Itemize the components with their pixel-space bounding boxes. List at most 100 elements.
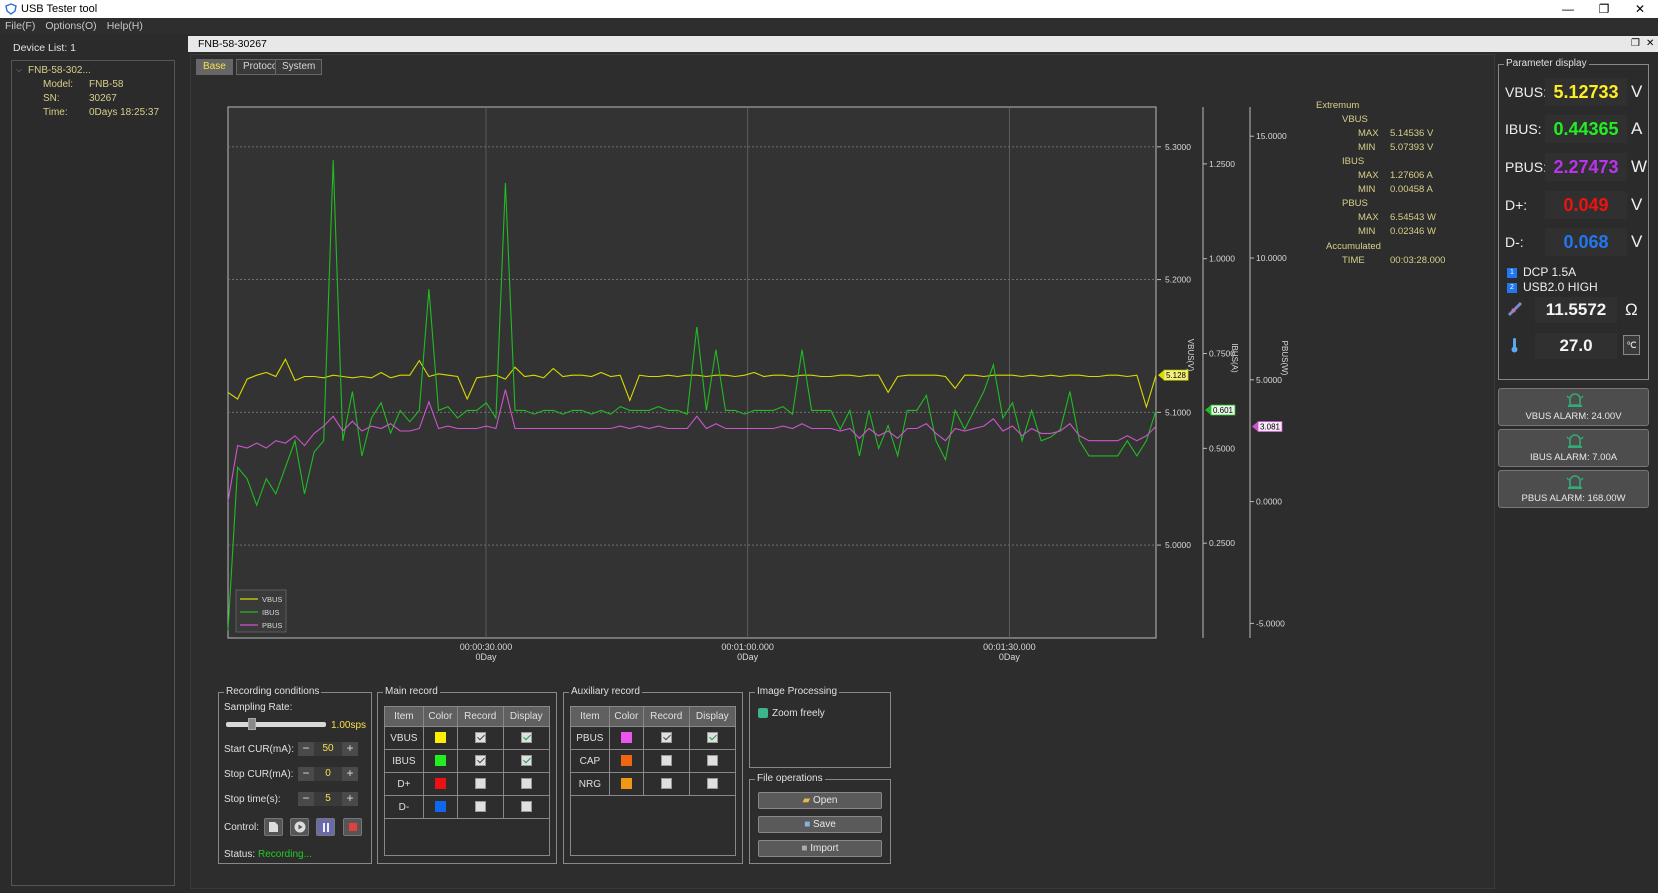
- record-checkbox[interactable]: [660, 732, 672, 744]
- stop-cur-minus[interactable]: −: [298, 767, 314, 781]
- x-tick-label: 00:01:30.000: [983, 642, 1036, 652]
- extremum-ibus-min: 0.00458 A: [1390, 184, 1433, 195]
- extremum-vbus-max: 5.14536 V: [1390, 128, 1434, 139]
- tab-system[interactable]: System: [275, 59, 323, 75]
- display-checkbox[interactable]: [520, 755, 532, 767]
- stop-time-minus[interactable]: −: [298, 792, 314, 806]
- accumulated-header[interactable]: Accumulated: [1326, 241, 1381, 252]
- record-checkbox[interactable]: [474, 801, 486, 813]
- restore-button[interactable]: ❐: [1586, 0, 1622, 18]
- play-button[interactable]: [290, 818, 309, 836]
- record-cell[interactable]: [456, 795, 504, 819]
- color-cell[interactable]: [422, 772, 458, 796]
- display-cell[interactable]: [688, 726, 737, 750]
- color-swatch[interactable]: [434, 778, 446, 790]
- record-cell[interactable]: [456, 749, 504, 773]
- record-cell[interactable]: [456, 772, 504, 796]
- record-cell[interactable]: [642, 726, 690, 750]
- display-cell[interactable]: [502, 772, 551, 796]
- color-cell[interactable]: [608, 726, 644, 750]
- pause-button[interactable]: [316, 818, 335, 836]
- slider-handle[interactable]: [248, 718, 256, 730]
- pbus-marker-arrow: [1252, 421, 1258, 432]
- start-cur-value[interactable]: 50: [314, 742, 342, 756]
- stop-cur-stepper[interactable]: − 0 +: [298, 767, 358, 781]
- stop-button[interactable]: [343, 818, 362, 836]
- pbus-alarm-button[interactable]: PBUS ALARM: 168.00W: [1498, 470, 1649, 508]
- stop-time-value[interactable]: 5: [314, 792, 342, 806]
- zoom-freely-label[interactable]: Zoom freely: [772, 708, 825, 719]
- start-cur-minus[interactable]: −: [298, 742, 314, 756]
- float-icon[interactable]: ❐: [1631, 36, 1640, 52]
- stop-cur-plus[interactable]: +: [342, 767, 358, 781]
- temperature-unit-button[interactable]: ℃: [1623, 335, 1640, 355]
- y-tick-label: 0.2500: [1209, 538, 1235, 548]
- record-cell[interactable]: [642, 772, 690, 796]
- measurement-chart[interactable]: 00:00:30.0000Day00:01:00.0000Day00:01:30…: [220, 100, 1300, 670]
- y-axis-title: IBUS(A): [1230, 343, 1239, 373]
- vbus-unit: V: [1631, 82, 1643, 101]
- tree-expand-icon[interactable]: ⌵: [16, 65, 22, 75]
- record-checkbox[interactable]: [474, 732, 486, 744]
- open-button[interactable]: ▰ Open: [758, 792, 882, 809]
- color-swatch[interactable]: [620, 778, 632, 790]
- display-checkbox[interactable]: [520, 801, 532, 813]
- start-cur-stepper[interactable]: − 50 +: [298, 742, 358, 756]
- row-item: VBUS: [384, 726, 424, 750]
- color-cell[interactable]: [608, 772, 644, 796]
- pbus-value: 2.27473: [1545, 153, 1627, 181]
- color-swatch[interactable]: [620, 732, 632, 744]
- stop-cur-value[interactable]: 0: [314, 767, 342, 781]
- save-button[interactable]: ■ Save: [758, 816, 882, 833]
- color-cell[interactable]: [422, 749, 458, 773]
- menu-file[interactable]: File(F): [0, 20, 40, 32]
- menu-options[interactable]: Options(O): [40, 20, 101, 32]
- display-checkbox[interactable]: [706, 778, 718, 790]
- new-record-button[interactable]: [264, 818, 283, 836]
- display-checkbox[interactable]: [520, 732, 532, 744]
- alarm-icon: [1566, 434, 1584, 448]
- extremum-pbus[interactable]: PBUS: [1342, 198, 1368, 209]
- display-cell[interactable]: [502, 795, 551, 819]
- color-swatch[interactable]: [434, 755, 446, 767]
- display-cell[interactable]: [502, 726, 551, 750]
- temperature-value: 27.0: [1535, 333, 1617, 359]
- record-checkbox[interactable]: [660, 755, 672, 767]
- sampling-rate-slider[interactable]: [226, 718, 326, 730]
- color-swatch[interactable]: [620, 755, 632, 767]
- minimize-button[interactable]: —: [1550, 0, 1586, 18]
- device-item[interactable]: FNB-58-302...: [28, 65, 91, 76]
- zoom-freely-checkbox[interactable]: [758, 708, 768, 718]
- extremum-header[interactable]: Extremum: [1316, 100, 1359, 111]
- ibus-alarm-button[interactable]: IBUS ALARM: 7.00A: [1498, 429, 1649, 467]
- display-checkbox[interactable]: [706, 755, 718, 767]
- record-checkbox[interactable]: [660, 778, 672, 790]
- display-checkbox[interactable]: [520, 778, 532, 790]
- color-swatch[interactable]: [434, 732, 446, 744]
- record-checkbox[interactable]: [474, 755, 486, 767]
- vbus-alarm-button[interactable]: VBUS ALARM: 24.00V: [1498, 388, 1649, 426]
- record-cell[interactable]: [456, 726, 504, 750]
- import-button[interactable]: ■ Import: [758, 840, 882, 857]
- extremum-vbus[interactable]: VBUS: [1342, 114, 1368, 125]
- tab-base[interactable]: Base: [196, 59, 233, 75]
- accumulated-time: 00:03:28.000: [1390, 255, 1446, 266]
- record-checkbox[interactable]: [474, 778, 486, 790]
- color-cell[interactable]: [422, 795, 458, 819]
- aux-record-title: Auxiliary record: [569, 686, 642, 697]
- start-cur-plus[interactable]: +: [342, 742, 358, 756]
- stop-time-stepper[interactable]: − 5 +: [298, 792, 358, 806]
- stop-time-plus[interactable]: +: [342, 792, 358, 806]
- close-tab-icon[interactable]: ✕: [1646, 36, 1654, 52]
- close-button[interactable]: ✕: [1622, 0, 1658, 18]
- color-cell[interactable]: [422, 726, 458, 750]
- extremum-ibus[interactable]: IBUS: [1342, 156, 1364, 167]
- color-swatch[interactable]: [434, 801, 446, 813]
- display-cell[interactable]: [688, 772, 737, 796]
- record-cell[interactable]: [642, 749, 690, 773]
- display-checkbox[interactable]: [706, 732, 718, 744]
- color-cell[interactable]: [608, 749, 644, 773]
- display-cell[interactable]: [502, 749, 551, 773]
- menu-help[interactable]: Help(H): [102, 20, 148, 32]
- display-cell[interactable]: [688, 749, 737, 773]
